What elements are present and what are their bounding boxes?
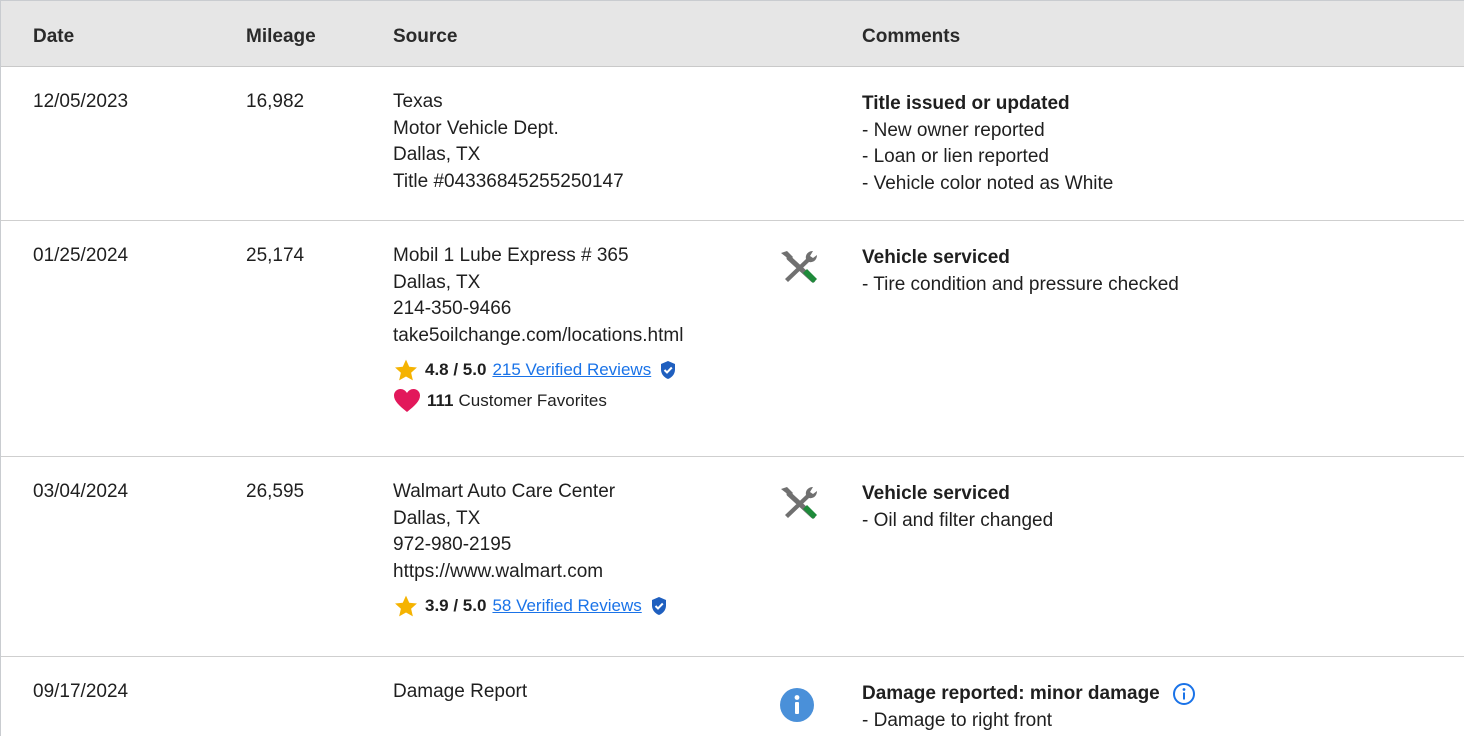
row-date: 01/25/2024: [33, 245, 129, 266]
source-line: Motor Vehicle Dept.: [393, 117, 559, 139]
info-icon: [777, 685, 821, 725]
row-date: 12/05/2023: [33, 91, 129, 112]
favorites-count: 111: [427, 390, 454, 410]
favorites-label: Customer Favorites: [458, 390, 607, 410]
comment-title: Damage reported: minor damage: [862, 681, 1196, 708]
table-row: 09/17/2024 Damage Report Damage reported…: [1, 657, 1464, 736]
comment-line: - Loan or lien reported: [862, 146, 1049, 167]
verified-shield-icon: [659, 360, 677, 380]
comment-title: Vehicle serviced: [862, 247, 1010, 268]
row-date: 09/17/2024: [33, 681, 129, 702]
row-mileage: 25,174: [246, 245, 305, 266]
row-comments: Damage reported: minor damage - Damage t…: [862, 681, 1196, 734]
header-comments: Comments: [862, 26, 961, 47]
comment-title: Title issued or updated: [862, 93, 1070, 114]
star-icon: [395, 359, 417, 381]
service-icon: [777, 247, 821, 287]
source-line: Title #04336845255250147: [393, 170, 624, 192]
header-mileage: Mileage: [246, 26, 316, 47]
info-outline-icon[interactable]: [1172, 682, 1196, 706]
comment-line: - New owner reported: [862, 119, 1045, 141]
comment-line: - Oil and filter changed: [862, 509, 1054, 531]
verified-reviews-link[interactable]: 215 Verified Reviews: [492, 357, 651, 384]
source-link[interactable]: take5oilchange.com/locations.html: [393, 323, 683, 350]
verified-shield-icon: [650, 596, 668, 616]
source-line: Walmart Auto Care Center: [393, 481, 616, 502]
table-header: Date Mileage Source Comments: [1, 1, 1464, 67]
source-line: Texas: [393, 91, 443, 112]
comment-line: - Damage to right front: [862, 709, 1053, 731]
table-row: 03/04/2024 26,595 Walmart Auto Care Cent…: [1, 457, 1464, 657]
source-line: 214-350-9466: [393, 298, 512, 319]
header-date: Date: [33, 26, 75, 47]
verified-reviews-link[interactable]: 58 Verified Reviews: [492, 593, 641, 620]
star-icon: [395, 595, 417, 617]
row-date: 03/04/2024: [33, 481, 129, 502]
table-row: 12/05/2023 16,982 Texas Motor Vehicle De…: [1, 67, 1464, 221]
row-mileage: 26,595: [246, 481, 305, 502]
row-source: Texas Motor Vehicle Dept. Dallas, TX Tit…: [393, 89, 624, 195]
source-link[interactable]: https://www.walmart.com: [393, 559, 668, 586]
vehicle-history-table: Date Mileage Source Comments 12/05/2023 …: [0, 0, 1464, 736]
rating: 4.8 / 5.0 215 Verified Reviews: [393, 357, 683, 384]
source-line: Dallas, TX: [393, 507, 481, 529]
comment-line: - Tire condition and pressure checked: [862, 273, 1179, 295]
row-source: Walmart Auto Care Center Dallas, TX 972-…: [393, 479, 668, 620]
rating: 3.9 / 5.0 58 Verified Reviews: [393, 593, 668, 620]
rating-score: 4.8 / 5.0: [425, 360, 487, 379]
row-mileage: 16,982: [246, 91, 305, 112]
heart-icon: [394, 389, 420, 413]
comment-title: Vehicle serviced: [862, 483, 1010, 504]
customer-favorites: 111 Customer Favorites: [393, 388, 683, 415]
row-source: Mobil 1 Lube Express # 365 Dallas, TX 21…: [393, 243, 683, 414]
table-row: 01/25/2024 25,174 Mobil 1 Lube Express #…: [1, 221, 1464, 457]
service-icon: [777, 483, 821, 523]
row-source: Damage Report: [393, 679, 527, 706]
source-line: Dallas, TX: [393, 271, 481, 293]
row-comments: Vehicle serviced - Tire condition and pr…: [862, 245, 1179, 298]
row-comments: Title issued or updated - New owner repo…: [862, 91, 1113, 197]
row-comments: Vehicle serviced - Oil and filter change…: [862, 481, 1053, 534]
comment-title-text: Damage reported: minor damage: [862, 683, 1160, 704]
source-line: 972-980-2195: [393, 534, 512, 555]
header-source: Source: [393, 26, 458, 47]
rating-score: 3.9 / 5.0: [425, 596, 487, 615]
comment-line: - Vehicle color noted as White: [862, 172, 1114, 194]
source-line: Mobil 1 Lube Express # 365: [393, 245, 629, 266]
source-line: Damage Report: [393, 681, 528, 702]
source-line: Dallas, TX: [393, 144, 481, 165]
